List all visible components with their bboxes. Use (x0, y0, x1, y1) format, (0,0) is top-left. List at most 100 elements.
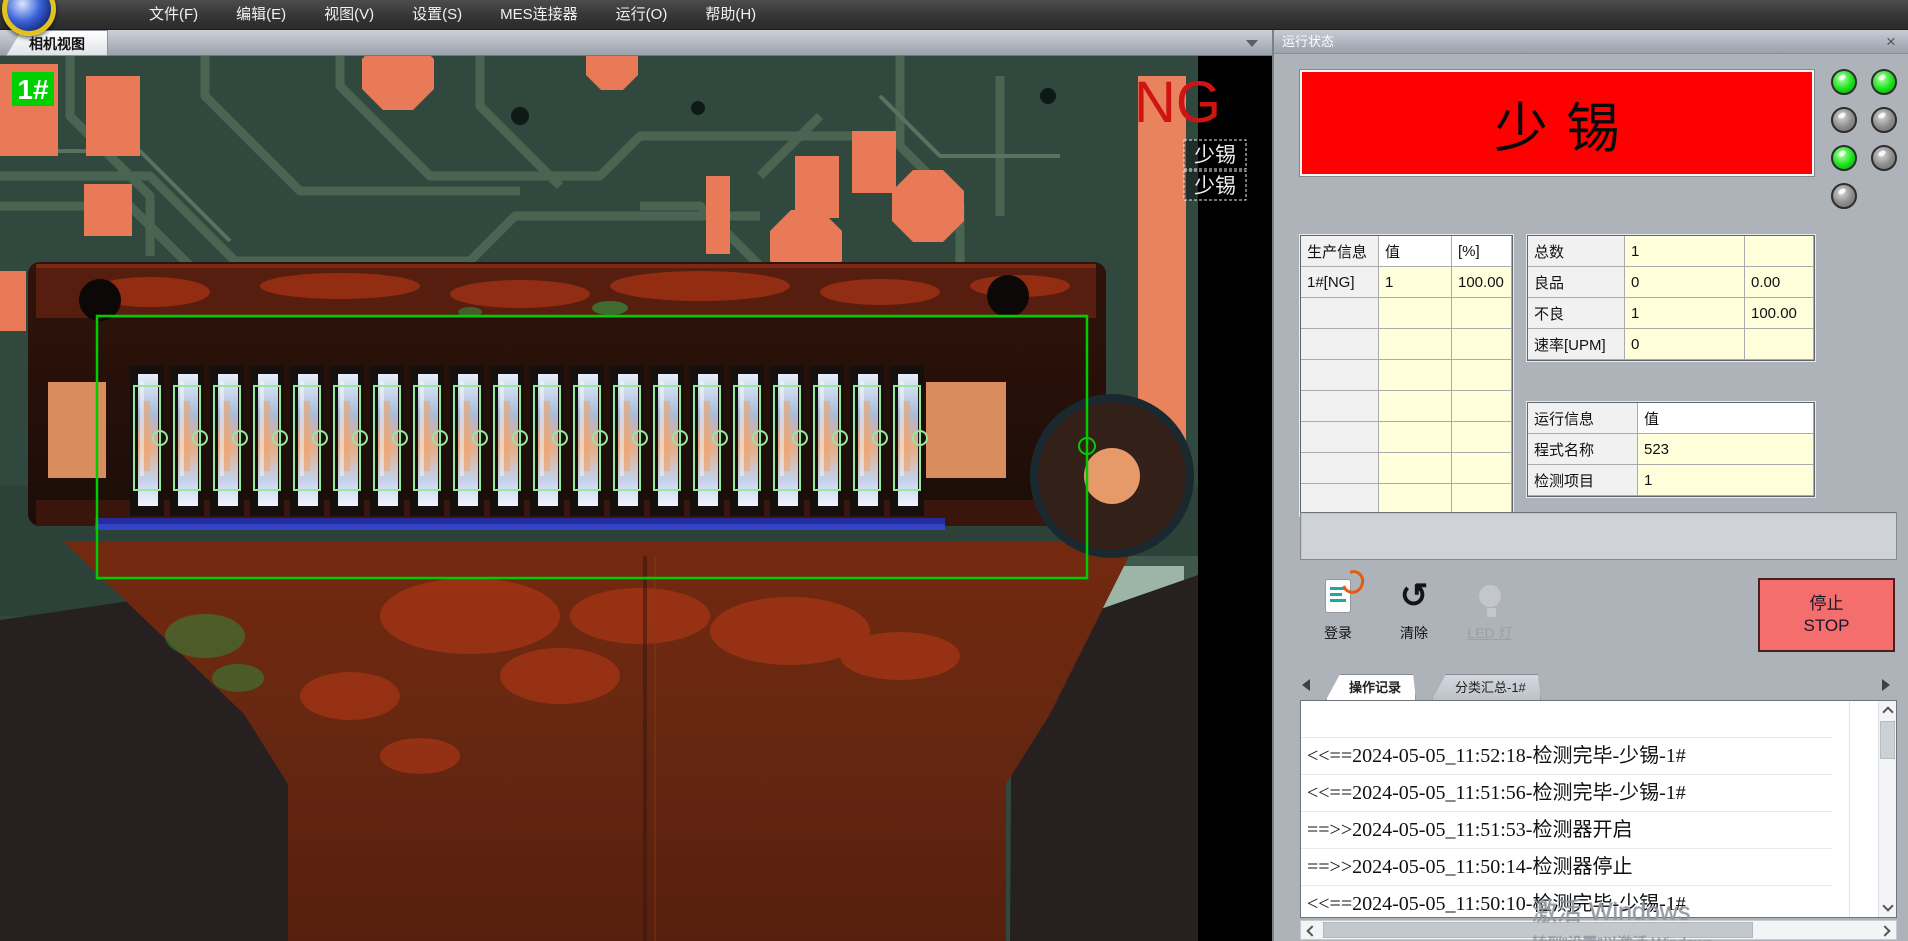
login-label: 登录 (1306, 623, 1370, 643)
login-button[interactable]: 登录 (1306, 574, 1370, 658)
status-lamp-gray (1831, 183, 1857, 209)
log-column-divider (1849, 701, 1850, 917)
table-cell: 良品 (1528, 267, 1625, 298)
table-cell (1379, 360, 1452, 391)
horizontal-scrollbar[interactable] (1300, 920, 1897, 940)
log-entry[interactable]: <<==2024-05-05_11:50:10-检测完毕-少锡-1# (1301, 886, 1832, 918)
panel-content: 少锡 生产信息值[%]1#[NG]1100.00 总数1良品00.00不良110… (1274, 54, 1908, 941)
table-cell: 1 (1379, 267, 1452, 298)
status-lamp-gray (1871, 145, 1897, 171)
table-cell: 1 (1625, 298, 1745, 329)
log-entry[interactable]: <<==2024-05-05_11:51:56-检测完毕-少锡-1# (1301, 775, 1832, 812)
scroll-up-icon[interactable] (1882, 706, 1893, 717)
vertical-scrollbar[interactable] (1878, 701, 1896, 917)
scroll-left-icon[interactable] (1306, 925, 1317, 936)
table-cell: 检测项目 (1528, 465, 1638, 496)
table-cell (1379, 329, 1452, 360)
table-cell: 1#[NG] (1301, 267, 1379, 298)
message-box (1300, 512, 1897, 560)
scroll-right-icon[interactable] (1879, 925, 1890, 936)
id-badge-icon (1325, 579, 1351, 613)
menu-item[interactable]: MES连接器 (481, 0, 597, 30)
scroll-down-icon[interactable] (1882, 900, 1893, 911)
log-entry[interactable]: ==>>2024-05-05_11:51:53-检测器开启 (1301, 812, 1832, 849)
table-cell: 0 (1625, 267, 1745, 298)
status-lamp-green (1871, 69, 1897, 95)
camera-viewport[interactable]: 1# NG 少锡 少锡 (0, 56, 1272, 941)
clear-refresh-icon: ↺ (1400, 579, 1429, 613)
table-header-cell: 生产信息 (1301, 236, 1379, 267)
table-cell: 1 (1638, 465, 1814, 496)
menu-item[interactable]: 编辑(E) (217, 0, 305, 30)
camera-tab-strip: 相机视图 (0, 30, 1272, 56)
log-tab-strip: 操作记录 分类汇总-1# (1274, 672, 1908, 700)
vertical-scroll-thumb[interactable] (1880, 721, 1895, 759)
tab-class-summary[interactable]: 分类汇总-1# (1432, 674, 1541, 700)
table-cell: 不良 (1528, 298, 1625, 329)
clear-button[interactable]: ↺ 清除 (1382, 574, 1446, 658)
log-entry[interactable]: ==>>2024-05-05_11:50:14-检测器停止 (1301, 849, 1832, 886)
status-lamp-gray (1871, 107, 1897, 133)
table-header-cell: 值 (1379, 236, 1452, 267)
alarm-text: 少锡 (1476, 84, 1638, 163)
table-cell (1379, 484, 1452, 515)
table-cell: 0.00 (1745, 267, 1814, 298)
table-cell (1452, 298, 1512, 329)
table-cell: 1 (1625, 236, 1745, 267)
table-cell (1379, 422, 1452, 453)
clear-label: 清除 (1382, 623, 1446, 643)
menu-item[interactable]: 视图(V) (305, 0, 393, 30)
horizontal-scroll-thumb[interactable] (1323, 922, 1753, 938)
led-light-button[interactable]: LED 灯 (1458, 574, 1522, 658)
table-header-cell: 值 (1638, 403, 1814, 434)
table-cell (1452, 453, 1512, 484)
table-cell (1452, 484, 1512, 515)
table-cell (1379, 453, 1452, 484)
table-cell (1745, 236, 1814, 267)
table-cell (1301, 298, 1379, 329)
pcb-photo: 1# NG 少锡 少锡 (0, 56, 1272, 941)
table-cell (1301, 422, 1379, 453)
table-cell (1301, 360, 1379, 391)
run-info-table: 运行信息值程式名称523检测项目1 (1527, 402, 1815, 497)
table-cell (1301, 453, 1379, 484)
log-entry[interactable] (1301, 701, 1832, 738)
table-cell (1452, 422, 1512, 453)
menu-item[interactable]: 文件(F) (130, 0, 217, 30)
run-status-panel: 运行状态 × 少锡 生产信息值[%]1#[NG]1100.00 总数1良品00.… (1272, 30, 1908, 941)
led-bulb-icon (1478, 584, 1502, 608)
menu-item[interactable]: 设置(S) (393, 0, 481, 30)
table-cell (1379, 298, 1452, 329)
operation-log-list[interactable]: <<==2024-05-05_11:52:18-检测完毕-少锡-1#<<==20… (1300, 700, 1897, 918)
stop-button[interactable]: 停止 STOP (1758, 578, 1895, 652)
tab-scroll-left-icon[interactable] (1302, 679, 1310, 691)
menu-item[interactable]: 帮助(H) (686, 0, 775, 30)
status-lamp-gray (1831, 107, 1857, 133)
menu-item[interactable]: 运行(O) (597, 0, 687, 30)
table-cell (1452, 329, 1512, 360)
tab-scroll-right-icon[interactable] (1882, 679, 1890, 691)
led-label: LED 灯 (1458, 623, 1522, 643)
table-cell: 程式名称 (1528, 434, 1638, 465)
table-cell (1379, 391, 1452, 422)
table-cell: 100.00 (1745, 298, 1814, 329)
tab-operation-log[interactable]: 操作记录 (1326, 674, 1416, 700)
stats-table: 总数1良品00.00不良1100.00速率[UPM]0 (1527, 235, 1815, 361)
chevron-down-icon[interactable] (1246, 40, 1258, 47)
close-icon[interactable]: × (1882, 30, 1900, 54)
table-cell (1745, 329, 1814, 360)
table-header-cell: 运行信息 (1528, 403, 1638, 434)
table-header-cell: [%] (1452, 236, 1512, 267)
table-cell (1301, 329, 1379, 360)
aoi-application-window: 文件(F)编辑(E)视图(V)设置(S)MES连接器运行(O)帮助(H) ? 相… (0, 0, 1908, 941)
table-cell (1301, 391, 1379, 422)
status-lamp-green (1831, 145, 1857, 171)
svg-text:少锡: 少锡 (1194, 144, 1236, 167)
panel-title: 运行状态 (1274, 30, 1908, 54)
table-cell: 100.00 (1452, 267, 1512, 298)
log-entry[interactable]: <<==2024-05-05_11:52:18-检测完毕-少锡-1# (1301, 738, 1832, 775)
table-cell (1452, 360, 1512, 391)
stop-label-cn: 停止 (1810, 593, 1844, 615)
ng-result-text: NG (1134, 70, 1221, 135)
table-cell: 0 (1625, 329, 1745, 360)
